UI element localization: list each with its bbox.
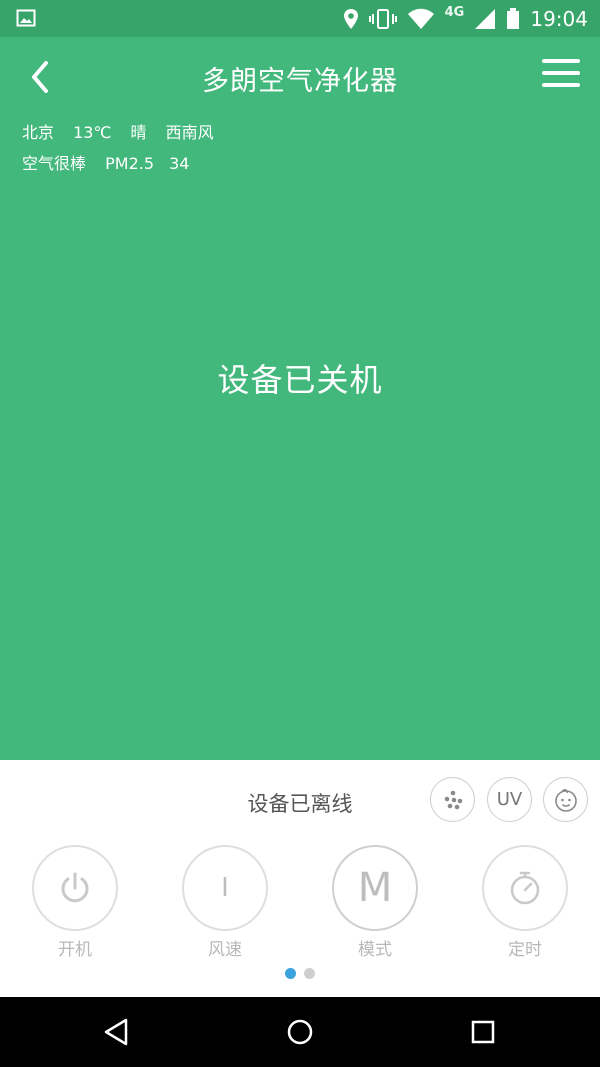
system-nav-bar [0,997,600,1067]
air-quality-label: 空气很棒 [22,154,87,173]
vibrate-icon [368,8,397,29]
nav-recents-icon[interactable] [466,1015,500,1049]
page-dot [304,968,315,979]
gallery-icon [16,9,36,27]
nav-home-icon[interactable] [283,1015,317,1049]
power-button[interactable]: 开机 [32,845,118,960]
fan-speed-button[interactable]: I 风速 [182,845,268,960]
timer-label: 定时 [508,940,542,960]
timer-icon [510,871,540,905]
location-icon [343,8,358,29]
wind-label: 西南风 [165,123,214,142]
weather-info: 北京 13℃ 晴 西南风 [22,119,228,143]
battery-icon [507,7,520,29]
power-button-label: 开机 [58,940,92,960]
fan-speed-label: 风速 [208,940,242,960]
pm25-value: 34 [169,154,190,173]
page-indicator [0,968,600,979]
pm25-label: PM2.5 [105,154,155,173]
page-dot-active [285,968,296,979]
timer-button-circle [482,845,568,931]
ion-toggle-button[interactable] [430,777,475,822]
device-status-text: 设备已关机 [217,361,383,399]
status-bar: 4G 19:04 [0,0,600,37]
ion-dots-icon [444,790,462,809]
page-title: 多朗空气净化器 [202,66,398,97]
mode-label: 模式 [358,940,392,960]
temperature-label: 13℃ [73,123,112,142]
mode-button[interactable]: M 模式 [332,845,418,960]
control-panel: 设备已离线 UV 开机 I 风速 M 模式 定时 [0,760,600,997]
main-panel: 多朗空气净化器 北京 13℃ 晴 西南风 空气很棒 PM2.5 34 设备已关机 [0,37,600,760]
wifi-icon [407,8,434,29]
menu-icon-bar [542,59,580,63]
weather-condition-label: 晴 [130,123,147,142]
fan-speed-icon: I [182,845,268,931]
timer-button[interactable]: 定时 [482,845,568,960]
mode-icon: M [332,845,418,931]
clock: 19:04 [530,6,588,31]
baby-face-icon [554,788,577,812]
power-icon [61,872,89,903]
city-label: 北京 [22,123,55,142]
uv-toggle-button[interactable]: UV [487,777,532,822]
air-quality-info: 空气很棒 PM2.5 34 [22,150,203,174]
uv-label: UV [496,789,523,810]
nav-back-icon[interactable] [100,1015,134,1049]
network-type-label: 4G [444,5,465,20]
menu-button[interactable] [542,59,580,91]
cell-signal-icon [475,8,496,29]
child-lock-button[interactable] [543,777,588,822]
menu-icon-bar [542,83,580,87]
power-button-circle [32,845,118,931]
menu-icon-bar [542,71,580,75]
status-icons: 4G 19:04 [343,0,588,37]
